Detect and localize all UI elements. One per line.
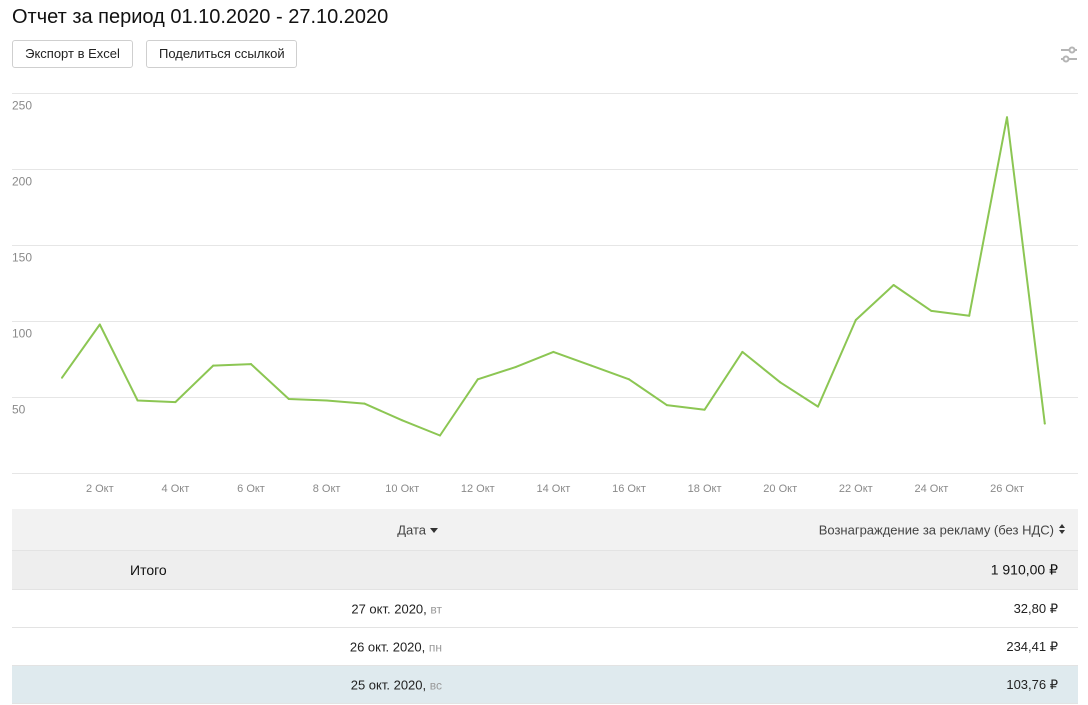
- data-point: [779, 381, 782, 384]
- total-row: Итого 1 910,00 ₽: [12, 551, 1078, 590]
- row-value: 103,76 ₽: [1006, 676, 1058, 692]
- data-point: [61, 376, 63, 379]
- line-chart: 50 100 150 200 250 2 Окт 4 Окт 6 Окт 8 Окт 10 Окт…: [12, 93, 1078, 495]
- y-tick-label: 200: [12, 175, 32, 189]
- row-date: 27 окт. 2020,: [351, 601, 427, 616]
- x-tick-label: 12 Окт: [461, 483, 495, 495]
- row-weekday: пн: [428, 640, 442, 654]
- data-point: [628, 378, 630, 381]
- table-row[interactable]: 27 окт. 2020, вт 32,80 ₽: [12, 590, 1078, 628]
- x-tick-label: 6 Окт: [237, 483, 265, 495]
- data-point: [968, 314, 971, 317]
- data-point: [476, 378, 479, 381]
- data-point: [892, 284, 895, 287]
- data-point: [817, 405, 819, 408]
- data-point: [136, 399, 139, 402]
- sort-icon[interactable]: [1058, 524, 1066, 536]
- date-column-header[interactable]: Дата: [397, 522, 426, 537]
- data-point: [174, 401, 177, 404]
- data-point: [325, 399, 328, 402]
- data-point: [401, 419, 404, 422]
- data-point: [287, 398, 290, 401]
- data-point: [854, 318, 857, 321]
- report-table: Дата Вознаграждение за рекламу (без НДС)…: [12, 509, 1078, 704]
- page-title: Отчет за период 01.10.2020 - 27.10.2020: [12, 6, 389, 28]
- row-value: 234,41 ₽: [1006, 638, 1058, 654]
- data-point: [98, 323, 101, 326]
- data-point: [439, 434, 441, 437]
- data-point: [552, 350, 555, 353]
- row-date-cell: 25 окт. 2020, вс: [351, 677, 442, 692]
- row-date: 26 окт. 2020,: [349, 639, 426, 654]
- data-point: [212, 364, 215, 367]
- sliders-icon[interactable]: [1058, 44, 1080, 66]
- x-tick-label: 26 Окт: [990, 483, 1024, 495]
- table-header-row: Дата Вознаграждение за рекламу (без НДС): [12, 509, 1078, 551]
- data-point: [703, 408, 706, 411]
- data-point: [741, 350, 744, 353]
- x-tick-label: 4 Окт: [162, 483, 190, 495]
- row-value: 32,80 ₽: [1013, 600, 1058, 616]
- y-tick-label: 150: [12, 251, 32, 265]
- share-link-button[interactable]: Поделиться ссылкой: [146, 40, 297, 68]
- table-row[interactable]: 26 окт. 2020, пн 234,41 ₽: [12, 628, 1078, 666]
- sort-desc-icon[interactable]: [430, 528, 438, 533]
- x-tick-label: 14 Окт: [536, 483, 570, 495]
- x-tick-label: 8 Окт: [313, 483, 341, 495]
- y-tick-label: 50: [12, 403, 26, 417]
- total-value: 1 910,00 ₽: [990, 561, 1058, 578]
- x-tick-label: 20 Окт: [763, 483, 797, 495]
- reward-column-header[interactable]: Вознаграждение за рекламу (без НДС): [819, 522, 1054, 537]
- y-tick-label: 100: [12, 327, 32, 341]
- x-tick-label: 10 Окт: [385, 483, 419, 495]
- total-label: Итого: [130, 562, 167, 578]
- x-tick-label: 22 Окт: [839, 483, 873, 495]
- x-tick-label: 18 Окт: [688, 483, 722, 495]
- data-point: [590, 364, 593, 367]
- row-date-cell: 26 окт. 2020, пн: [350, 639, 442, 654]
- row-date: 25 окт. 2020,: [350, 677, 427, 692]
- data-point: [363, 402, 366, 405]
- data-point: [1006, 116, 1008, 119]
- row-weekday: вт: [430, 602, 442, 616]
- data-point: [665, 404, 668, 407]
- data-point: [1043, 422, 1046, 425]
- export-excel-button[interactable]: Экспорт в Excel: [12, 40, 133, 68]
- row-weekday: вс: [429, 678, 442, 692]
- y-tick-label: 250: [12, 99, 32, 113]
- x-tick-label: 16 Окт: [612, 483, 646, 495]
- sliders-icon-graphic: [1061, 46, 1077, 63]
- table-row[interactable]: 25 окт. 2020, вс 103,76 ₽: [12, 666, 1078, 704]
- x-tick-label: 24 Окт: [914, 483, 948, 495]
- data-point: [514, 366, 517, 369]
- row-date-cell: 27 окт. 2020, вт: [351, 601, 442, 616]
- data-point: [930, 309, 933, 312]
- x-tick-label: 2 Окт: [86, 483, 114, 495]
- data-point: [250, 363, 252, 366]
- series-line: [61, 116, 1046, 437]
